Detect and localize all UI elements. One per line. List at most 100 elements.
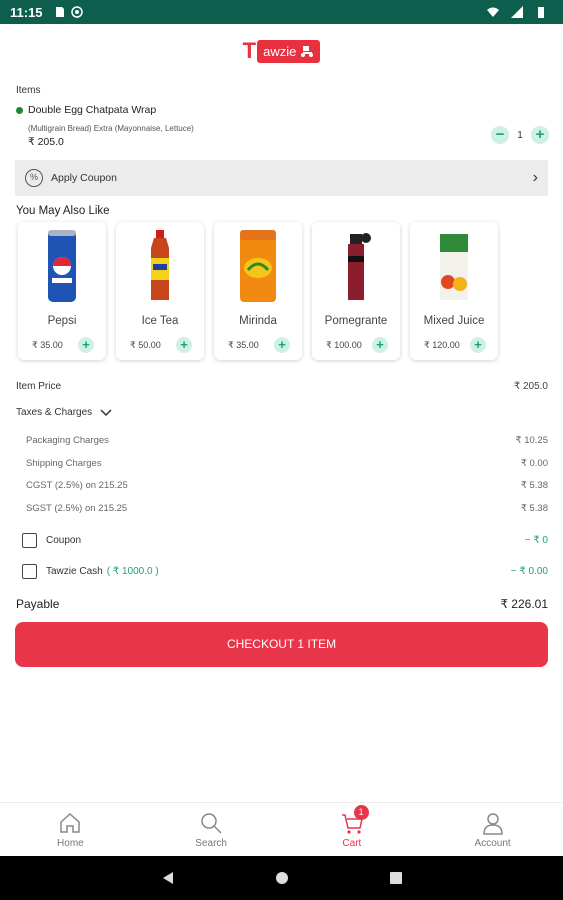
logo-text: awzie <box>263 43 297 59</box>
discount-icon: % <box>25 169 43 187</box>
charge-label: Shipping Charges <box>26 458 102 469</box>
product-card[interactable]: Mixed Juice ₹ 120.00 + <box>410 222 498 360</box>
nav-search[interactable]: Search <box>141 803 282 856</box>
sync-icon <box>70 6 83 18</box>
cart-item-name: Double Egg Chatpata Wrap <box>16 104 156 116</box>
charge-row: Packaging Charges ₹ 10.25 <box>16 435 548 446</box>
charge-row: Shipping Charges ₹ 0.00 <box>16 458 548 469</box>
cart-badge: 1 <box>353 805 369 820</box>
item-price-label: Item Price <box>16 381 62 392</box>
status-time: 11:15 <box>10 4 43 20</box>
product-price: ₹ 100.00 <box>326 340 362 350</box>
header: T awzie <box>0 24 563 78</box>
increase-quantity-button[interactable]: + <box>531 126 549 144</box>
product-price: ₹ 35.00 <box>228 340 259 350</box>
product-price: ₹ 50.00 <box>130 340 161 350</box>
system-nav-bar <box>0 856 563 900</box>
charge-label: CGST (2.5%) on 215.25 <box>26 480 128 491</box>
account-icon <box>482 813 503 835</box>
status-bar: 11:15 <box>0 0 563 24</box>
item-price-value: ₹ 205.0 <box>513 381 548 392</box>
product-name: Ice Tea <box>141 315 179 327</box>
back-icon[interactable] <box>161 871 175 885</box>
charge-row: SGST (2.5%) on 215.25 ₹ 5.38 <box>16 503 548 514</box>
wifi-icon <box>487 7 499 17</box>
tawzie-cash-label: Tawzie Cash <box>46 566 103 577</box>
search-icon <box>201 813 222 834</box>
tawzie-cash-balance: ( ₹ 1000.0 ) <box>106 566 159 577</box>
product-name: Pomegrante <box>324 315 388 327</box>
coupon-row: Coupon − ₹ 0 <box>16 533 548 548</box>
tawzie-cash-row: Tawzie Cash ( ₹ 1000.0 ) − ₹ 0.00 <box>16 564 548 579</box>
product-card[interactable]: Ice Tea ₹ 50.00 + <box>116 222 204 360</box>
payable-row: Payable ₹ 226.01 <box>16 597 548 611</box>
cart-item-price: ₹ 205.0 <box>28 136 64 148</box>
product-name: Pepsi <box>47 315 77 327</box>
add-product-button[interactable]: + <box>470 337 486 353</box>
coupon-checkbox[interactable] <box>22 533 37 548</box>
payable-label: Payable <box>16 597 60 611</box>
signal-icon <box>511 6 523 18</box>
chevron-down-icon <box>100 408 112 416</box>
charge-value: ₹ 5.38 <box>520 480 548 491</box>
home-icon <box>60 812 81 833</box>
cart-item-title: Double Egg Chatpata Wrap <box>28 104 157 116</box>
product-card[interactable]: Mirinda ₹ 35.00 + <box>214 222 302 360</box>
product-carousel: Pepsi ₹ 35.00 + Ice Tea ₹ 50.00 + Mirind… <box>18 222 498 360</box>
bottom-nav: Home Search 1 Cart Account <box>0 802 563 856</box>
product-card[interactable]: Pepsi ₹ 35.00 + <box>18 222 106 360</box>
items-label: Items <box>16 85 41 96</box>
nav-home[interactable]: Home <box>0 803 141 856</box>
apply-coupon-button[interactable]: % Apply Coupon › <box>15 160 548 196</box>
sd-card-icon <box>55 7 64 17</box>
charge-label: SGST (2.5%) on 215.25 <box>26 503 128 514</box>
apply-coupon-label: Apply Coupon <box>51 172 117 184</box>
charge-label: Packaging Charges <box>26 435 109 446</box>
product-price: ₹ 120.00 <box>424 340 460 350</box>
nav-account-label: Account <box>474 838 511 849</box>
product-name: Mirinda <box>239 315 277 327</box>
chevron-right-icon: › <box>532 169 538 186</box>
taxes-toggle[interactable]: Taxes & Charges <box>16 407 548 418</box>
quantity-stepper: − 1 + <box>491 126 549 144</box>
cart-item-description: (Multigrain Bread) Extra (Mayonnaise, Le… <box>28 124 194 133</box>
add-product-button[interactable]: + <box>78 337 94 353</box>
quantity-value: 1 <box>517 129 523 141</box>
charge-value: ₹ 10.25 <box>515 435 548 446</box>
product-name: Mixed Juice <box>423 315 485 327</box>
nav-home-label: Home <box>57 838 84 849</box>
you-may-also-like-heading: You May Also Like <box>16 205 110 217</box>
product-card[interactable]: Pomegrante ₹ 100.00 + <box>312 222 400 360</box>
charge-row: CGST (2.5%) on 215.25 ₹ 5.38 <box>16 480 548 491</box>
battery-icon <box>538 7 544 18</box>
item-price-row: Item Price ₹ 205.0 <box>16 381 548 392</box>
pepsi-can-image <box>48 230 76 302</box>
checkout-button[interactable]: CHECKOUT 1 ITEM <box>15 622 548 667</box>
ice-tea-bottle-image <box>151 230 169 300</box>
logo-letter: T <box>242 38 257 63</box>
nav-search-label: Search <box>195 838 227 849</box>
nav-cart[interactable]: 1 Cart <box>282 803 423 856</box>
tawzie-cash-checkbox[interactable] <box>22 564 37 579</box>
decrease-quantity-button[interactable]: − <box>491 126 509 144</box>
tawzie-cash-value: − ₹ 0.00 <box>510 566 548 577</box>
home-circle-icon[interactable] <box>275 871 289 885</box>
mixed-juice-carton-image <box>440 234 468 300</box>
add-product-button[interactable]: + <box>372 337 388 353</box>
scooter-icon <box>301 46 314 57</box>
payable-value: ₹ 226.01 <box>500 597 548 611</box>
coupon-label: Coupon <box>46 535 82 546</box>
pomegranate-bottle-image <box>348 233 371 300</box>
coupon-value: − ₹ 0 <box>524 535 548 546</box>
mirinda-bottle-image <box>240 230 276 302</box>
tawzie-logo: T awzie <box>243 38 321 64</box>
veg-indicator-icon <box>16 106 23 114</box>
charge-value: ₹ 0.00 <box>520 458 548 469</box>
logo-box: awzie <box>257 39 321 63</box>
nav-account[interactable]: Account <box>422 803 563 856</box>
add-product-button[interactable]: + <box>176 337 192 353</box>
product-price: ₹ 35.00 <box>32 340 63 350</box>
recents-icon[interactable] <box>389 871 403 885</box>
add-product-button[interactable]: + <box>274 337 290 353</box>
nav-cart-label: Cart <box>342 838 362 849</box>
